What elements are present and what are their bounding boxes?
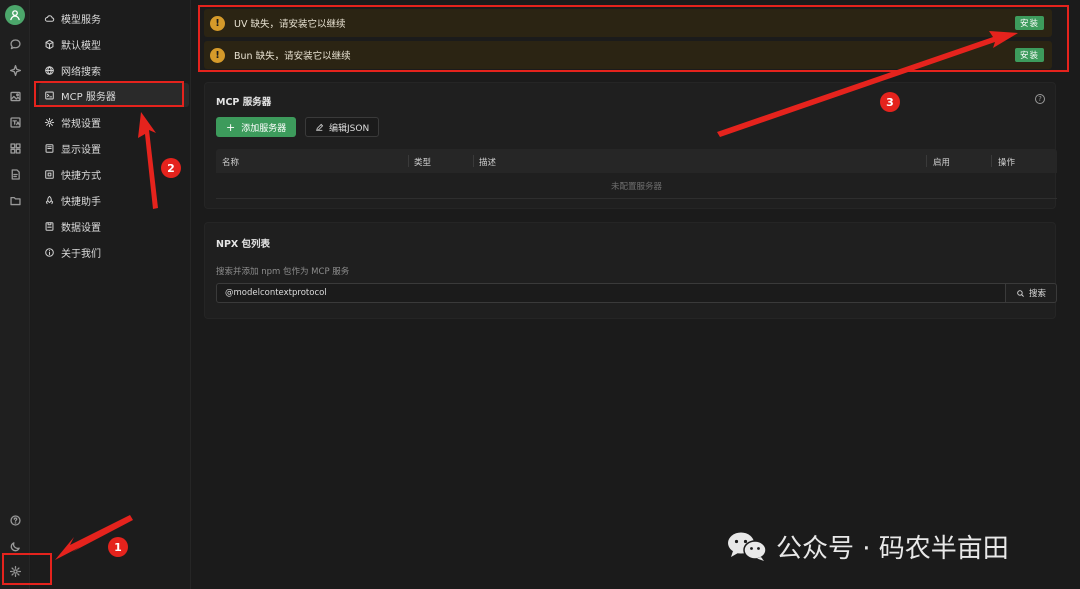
column-divider bbox=[991, 155, 992, 167]
npx-description: 搜索并添加 npm 包作为 MCP 服务 bbox=[216, 267, 350, 277]
column-header-type: 类型 bbox=[414, 158, 432, 168]
bun-missing-alert: ! Bun 缺失，请安装它以继续 安装 bbox=[204, 41, 1052, 69]
edit-json-label: 编辑JSON bbox=[329, 123, 370, 134]
user-icon bbox=[10, 10, 20, 21]
sparkle-icon bbox=[9, 64, 21, 76]
column-divider bbox=[408, 155, 409, 167]
gear-icon bbox=[44, 117, 55, 127]
menu-item-quick-assistant[interactable]: 快捷助手 bbox=[39, 188, 189, 212]
menu-item-label: 默认模型 bbox=[61, 40, 101, 52]
terminal-icon bbox=[45, 91, 54, 99]
alert-text: UV 缺失，请安装它以继续 bbox=[234, 19, 346, 30]
theme-rail-button[interactable] bbox=[7, 538, 23, 554]
apps-rail-button[interactable] bbox=[7, 140, 23, 156]
menu-item-label: 网络搜索 bbox=[61, 66, 101, 78]
settings-menu: 模型服务 默认模型 网络搜索 MCP 服务器 常规设置 显示设置 快捷方式 快捷… bbox=[31, 0, 191, 589]
menu-item-general-settings[interactable]: 常规设置 bbox=[39, 110, 189, 134]
npx-packages-card: NPX 包列表 搜索并添加 npm 包作为 MCP 服务 @modelconte… bbox=[204, 222, 1057, 319]
annotation-badge-1: 1 bbox=[108, 537, 128, 557]
column-divider bbox=[473, 155, 474, 167]
wechat-logo-icon bbox=[728, 532, 767, 561]
table-empty-state: 未配置服务器 bbox=[216, 173, 1057, 199]
rocket-icon bbox=[45, 195, 54, 204]
install-uv-button[interactable]: 安装 bbox=[1014, 16, 1044, 30]
menu-item-label: 快捷助手 bbox=[61, 196, 101, 208]
menu-item-label: 快捷方式 bbox=[61, 170, 101, 182]
menu-item-label: MCP 服务器 bbox=[61, 91, 116, 103]
settings-rail-button[interactable] bbox=[7, 563, 23, 579]
gear-icon bbox=[9, 565, 21, 577]
annotation-badge-2: 2 bbox=[161, 158, 181, 178]
menu-item-web-search[interactable]: 网络搜索 bbox=[39, 58, 189, 82]
translate-rail-button[interactable] bbox=[7, 114, 23, 130]
menu-item-label: 关于我们 bbox=[61, 248, 101, 260]
knowledge-rail-button[interactable] bbox=[7, 166, 23, 182]
search-button[interactable]: 搜索 bbox=[1005, 283, 1057, 303]
card-title: MCP 服务器 bbox=[216, 97, 272, 108]
grid-icon bbox=[9, 142, 21, 154]
servers-table-header: 名称 类型 描述 启用 操作 bbox=[216, 149, 1057, 173]
cloud-icon bbox=[44, 14, 55, 22]
icon-rail bbox=[0, 0, 30, 589]
column-divider bbox=[926, 155, 927, 167]
column-header-actions: 操作 bbox=[998, 158, 1016, 168]
files-rail-button[interactable] bbox=[7, 192, 23, 208]
add-server-label: 添加服务器 bbox=[241, 123, 287, 134]
help-icon[interactable]: ? bbox=[1035, 94, 1045, 104]
main-content: ! UV 缺失，请安装它以继续 安装 ! Bun 缺失，请安装它以继续 安装 M… bbox=[192, 0, 1080, 589]
cube-icon bbox=[45, 39, 54, 49]
avatar[interactable] bbox=[5, 5, 25, 25]
chat-rail-button[interactable] bbox=[7, 36, 23, 52]
card-title: NPX 包列表 bbox=[216, 239, 271, 250]
menu-item-about[interactable]: 关于我们 bbox=[39, 240, 189, 264]
menu-item-model-service[interactable]: 模型服务 bbox=[39, 6, 189, 30]
menu-item-default-model[interactable]: 默认模型 bbox=[39, 32, 189, 56]
search-icon bbox=[1017, 289, 1024, 297]
warning-icon: ! bbox=[210, 47, 225, 63]
column-header-description: 描述 bbox=[479, 158, 497, 168]
alert-text: Bun 缺失，请安装它以继续 bbox=[234, 51, 351, 62]
plus-icon: + bbox=[226, 120, 236, 134]
chat-bubble-icon bbox=[9, 38, 21, 49]
sparkle-rail-button[interactable] bbox=[7, 62, 23, 78]
document-icon bbox=[11, 168, 20, 180]
translate-icon bbox=[9, 116, 21, 128]
info-icon bbox=[45, 247, 54, 257]
menu-item-label: 模型服务 bbox=[61, 14, 101, 26]
menu-item-label: 常规设置 bbox=[61, 118, 101, 130]
install-bun-button[interactable]: 安装 bbox=[1014, 48, 1044, 62]
folder-icon bbox=[9, 196, 21, 205]
menu-item-display-settings[interactable]: 显示设置 bbox=[39, 136, 189, 160]
image-rail-button[interactable] bbox=[7, 88, 23, 104]
column-header-name: 名称 bbox=[222, 158, 240, 168]
display-icon bbox=[45, 143, 54, 153]
npm-search-input[interactable]: @modelcontextprotocol bbox=[216, 283, 1006, 303]
image-icon bbox=[9, 91, 21, 101]
add-server-button[interactable]: + 添加服务器 bbox=[216, 117, 297, 137]
command-icon bbox=[45, 169, 54, 179]
database-icon bbox=[45, 221, 54, 231]
uv-missing-alert: ! UV 缺失，请安装它以继续 安装 bbox=[204, 9, 1052, 37]
search-button-label: 搜索 bbox=[1028, 289, 1046, 299]
menu-item-label: 显示设置 bbox=[61, 144, 101, 156]
watermark-text: 公众号 · 码农半亩田 bbox=[776, 533, 1009, 564]
edit-json-button[interactable]: 编辑JSON bbox=[305, 117, 380, 137]
moon-icon bbox=[10, 541, 20, 551]
annotation-badge-3: 3 bbox=[880, 92, 900, 112]
wechat-watermark: 公众号 · 码农半亩田 bbox=[726, 527, 1009, 565]
question-icon bbox=[9, 514, 21, 526]
globe-icon bbox=[45, 65, 54, 75]
menu-item-data-settings[interactable]: 数据设置 bbox=[39, 214, 189, 238]
menu-item-label: 数据设置 bbox=[61, 222, 101, 234]
menu-item-mcp-servers[interactable]: MCP 服务器 bbox=[39, 83, 189, 107]
mcp-servers-card: MCP 服务器 ? + 添加服务器 编辑JSON 名称 类型 描述 启用 操作 … bbox=[204, 82, 1057, 209]
pencil-icon bbox=[316, 123, 324, 131]
help-rail-button[interactable] bbox=[7, 512, 23, 528]
column-header-enabled: 启用 bbox=[933, 158, 951, 168]
warning-icon: ! bbox=[210, 15, 225, 31]
